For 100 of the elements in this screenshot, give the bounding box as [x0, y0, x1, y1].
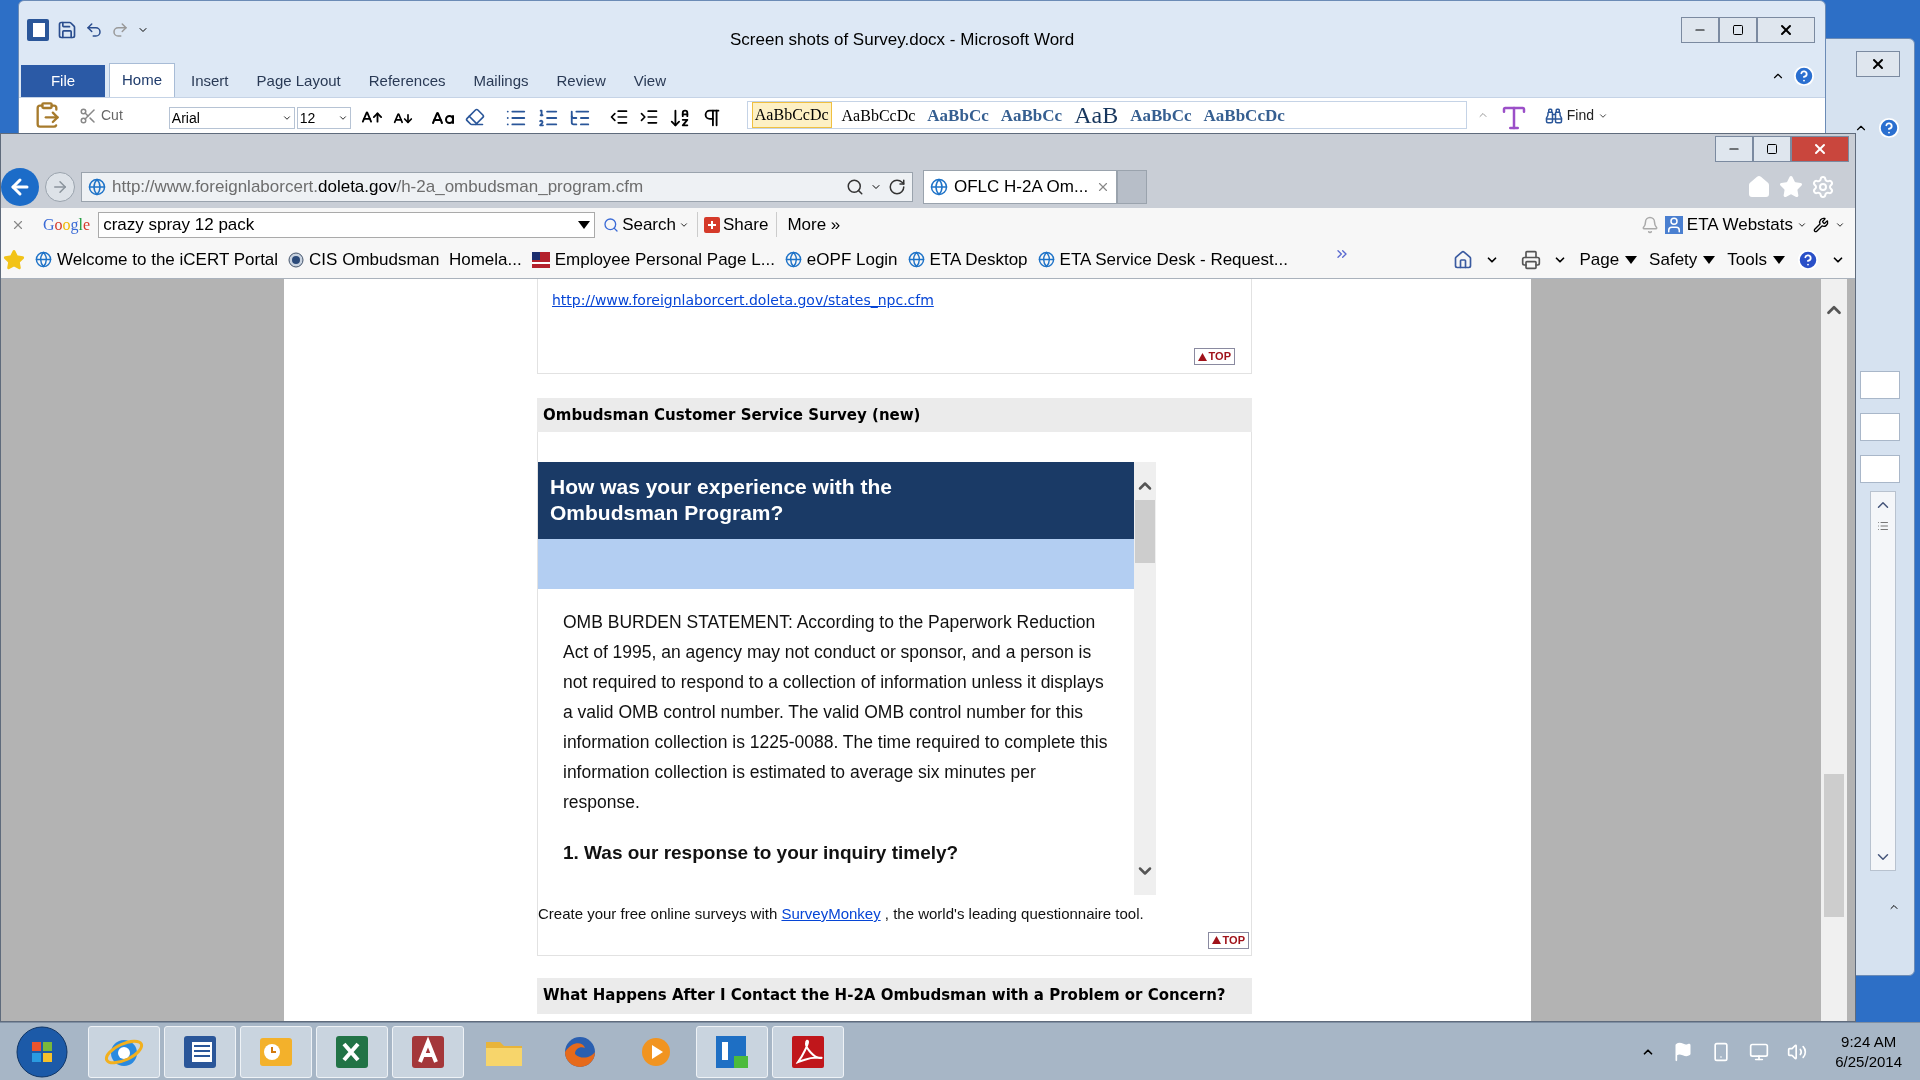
style-preview[interactable]: AaBbCc	[925, 104, 991, 128]
scissors-icon[interactable]	[79, 106, 97, 125]
clock-date[interactable]: 6/25/2014	[1835, 1051, 1902, 1072]
user-icon	[1664, 215, 1683, 234]
style-preview[interactable]: AaBbCcDc	[839, 104, 918, 128]
home-icon[interactable]	[1453, 249, 1474, 270]
print-icon[interactable]	[1521, 249, 1542, 270]
favorite-link[interactable]: ETA Service Desk - Request...	[1037, 246, 1288, 273]
maximize-button[interactable]	[1719, 17, 1757, 43]
favorite-link[interactable]: eOPF Login	[784, 246, 898, 273]
search-icon	[603, 216, 620, 233]
command-menu-button[interactable]: Page	[1579, 246, 1638, 273]
ribbon-tab[interactable]: View	[621, 65, 678, 97]
globe-page-icon	[784, 251, 802, 268]
dropdown-triangle-icon	[1773, 255, 1785, 264]
sort-icon[interactable]	[668, 107, 691, 129]
add-favorite-star-icon[interactable]	[3, 248, 25, 271]
favorite-link[interactable]: ETA Desktop	[907, 246, 1028, 273]
back-button[interactable]	[1, 168, 39, 206]
ribbon-tab[interactable]: Insert	[179, 65, 241, 97]
burden-statement: OMB BURDEN STATEMENT: According to the Paperwork Reduction Act of 1995, an agency may not conduct or sponsor, and a person is not required to respond to a collection of information unless it displays a valid OMB control number. The valid OMB control number for this information collection is 1225-0088. The time required to complete this information collection is estimated to average six minutes per response.	[562, 611, 1109, 814]
toolbar-search-button[interactable]: Search	[603, 211, 689, 238]
webstats-button[interactable]: ETA Webstats	[1664, 211, 1807, 238]
binoculars-icon	[1544, 106, 1563, 125]
ribbon-tab[interactable]: Page Layout	[244, 65, 353, 97]
increase-indent-icon[interactable]	[638, 107, 659, 127]
states-link[interactable]: http://www.foreignlaborcert.doleta.gov/states_npc.cfm	[552, 292, 934, 308]
maximize-button[interactable]	[1753, 136, 1791, 162]
globe-page-icon	[35, 251, 52, 268]
command-menu-button[interactable]: Tools	[1727, 246, 1785, 273]
document-app-icon[interactable]	[27, 19, 49, 41]
ribbon-tab[interactable]: Mailings	[461, 65, 541, 97]
decrease-indent-icon[interactable]	[608, 107, 629, 127]
cut-label[interactable]: Cut	[101, 105, 123, 126]
save-icon[interactable]	[57, 20, 77, 40]
input-field[interactable]	[1860, 413, 1900, 441]
share-button[interactable]: Share	[697, 211, 769, 238]
command-menu-button[interactable]: Safety	[1649, 246, 1716, 273]
address-bar[interactable]: http://www.foreignlaborcert.doleta.gov/h-2a_ombudsman_program.cfm	[81, 172, 913, 202]
find-button[interactable]: Find	[1544, 105, 1609, 126]
ribbon-tab[interactable]: File	[21, 65, 105, 97]
favorite-link[interactable]: Welcome to the iCERT Portal	[35, 246, 279, 273]
surveymonkey-link[interactable]: SurveyMonkey	[781, 905, 881, 922]
clear-format-icon[interactable]	[464, 107, 485, 127]
close-button[interactable]	[1856, 51, 1900, 77]
page-scrollbar[interactable]	[1821, 279, 1847, 1021]
taskbar-app-button[interactable]	[164, 1025, 236, 1078]
help-icon[interactable]	[1793, 65, 1815, 87]
google-logo: Google	[43, 214, 91, 236]
back-to-top-button[interactable]: TOP	[1207, 931, 1249, 949]
dropdown-triangle-icon	[1625, 255, 1638, 264]
input-field[interactable]	[1860, 455, 1900, 483]
close-icon	[1812, 141, 1828, 157]
numbering-icon[interactable]	[536, 107, 559, 129]
input-field[interactable]	[1860, 371, 1900, 399]
back-to-top-button[interactable]: TOP	[1193, 348, 1235, 365]
favorite-link[interactable]: Employee Personal Page L...	[531, 246, 775, 273]
taskbar-app-button[interactable]	[392, 1025, 464, 1078]
font-size-field[interactable]: 12	[296, 107, 351, 129]
dropdown-triangle-icon	[1703, 255, 1716, 264]
survey-header: How was your experience with the Ombudsman Program?	[538, 462, 1134, 539]
scroll-thumb[interactable]	[1824, 774, 1844, 917]
wrench-icon[interactable]	[1813, 216, 1829, 233]
style-preview[interactable]: AaBbCc	[1128, 104, 1194, 128]
taskbar-app-button[interactable]	[88, 1025, 160, 1078]
scrollbar[interactable]	[1870, 491, 1896, 871]
globe-page-icon	[907, 251, 925, 268]
seal-icon	[288, 251, 305, 268]
close-button[interactable]	[1757, 17, 1815, 43]
help-icon[interactable]	[1878, 117, 1900, 139]
style-preview[interactable]: AaBbCcDc	[751, 102, 832, 128]
lines-icon[interactable]	[1877, 520, 1889, 532]
taskbar-app-button[interactable]	[696, 1025, 768, 1078]
more-button[interactable]: More »	[776, 211, 841, 238]
toolbar-search-field[interactable]: crazy spray 12 pack	[98, 211, 596, 238]
search-icon[interactable]	[846, 178, 864, 196]
style-preview[interactable]: AaBbCcDc	[1201, 104, 1287, 128]
ribbon-tab[interactable]: Home	[109, 63, 175, 97]
font-name-field[interactable]: Arial	[168, 107, 295, 129]
help-icon[interactable]	[1797, 248, 1819, 271]
dropdown-caret-icon[interactable]	[337, 113, 348, 123]
browser-tab[interactable]: OFLC H-2A Om...	[923, 170, 1117, 204]
ribbon-tab[interactable]: References	[356, 65, 458, 97]
scroll-thumb[interactable]	[1135, 500, 1155, 563]
section-heading: Ombudsman Customer Service Survey (new)	[537, 398, 1252, 432]
taskbar-app-button[interactable]	[316, 1025, 388, 1078]
maximize-icon	[1766, 143, 1778, 155]
undo-icon[interactable]	[85, 21, 103, 39]
favorite-link[interactable]: CIS Ombudsman Homela...	[288, 246, 522, 273]
style-preview[interactable]: AaBbCc	[998, 104, 1065, 128]
refresh-icon[interactable]	[888, 178, 906, 196]
favorites-star-icon[interactable]	[1779, 175, 1803, 199]
dropdown-caret-icon[interactable]	[281, 113, 292, 123]
clock-time[interactable]: 9:24 AM	[1841, 1031, 1897, 1052]
section-heading: What Happens After I Contact the H-2A Ombudsman with a Problem or Concern?	[537, 977, 1252, 1014]
survey-scrollbar[interactable]	[1134, 462, 1156, 895]
taskbar-app-button[interactable]	[772, 1025, 844, 1078]
ribbon-tab[interactable]: Review	[544, 65, 618, 97]
style-preview[interactable]: AaB	[1072, 102, 1121, 128]
close-icon	[1778, 22, 1794, 38]
